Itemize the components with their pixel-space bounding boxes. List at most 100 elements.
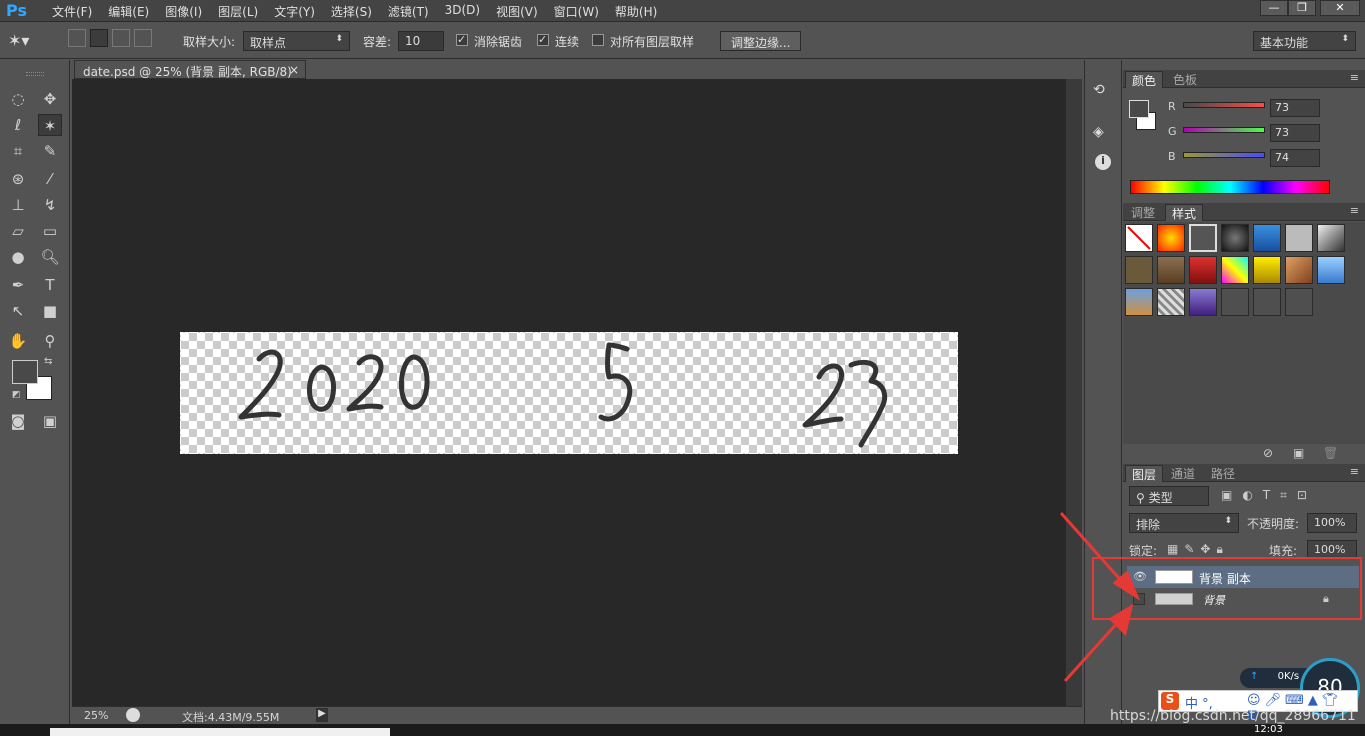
brush-tool-icon[interactable]: ⁄ [38,168,62,190]
style-brown[interactable] [1125,256,1153,284]
new-style-icon[interactable]: ▣ [1293,446,1304,460]
lasso-tool-icon[interactable]: ℓ [6,114,30,136]
tab-styles[interactable]: 样式 [1165,204,1204,221]
toolbox-grip[interactable] [26,72,44,76]
clear-style-icon[interactable]: ⊘ [1263,446,1273,460]
zoom-level[interactable]: 25% [84,709,108,722]
style-empty-3[interactable] [1285,288,1313,316]
status-icon[interactable] [126,708,140,722]
style-sunset[interactable] [1125,288,1153,316]
close-button[interactable]: ✕ [1320,0,1360,16]
g-slider[interactable] [1183,127,1265,133]
crop-tool-icon[interactable]: ⌗ [6,140,30,162]
tab-paths[interactable]: 路径 [1205,465,1241,482]
shape-tool-icon[interactable]: ■ [38,300,62,322]
antialias-checkbox[interactable] [456,34,468,49]
magic-wand-preset-icon[interactable]: ✶▾ [8,31,29,50]
g-value-input[interactable]: 73 [1270,124,1320,142]
menu-type[interactable]: 文字(Y) [266,3,323,20]
menu-3d[interactable]: 3D(D) [437,3,488,20]
style-gold[interactable] [1253,256,1281,284]
r-value-input[interactable]: 73 [1270,99,1320,117]
sample-size-dropdown[interactable]: 取样点 ⬍ [243,31,350,51]
screen-mode-icon[interactable]: ▣ [38,410,62,432]
dodge-tool-icon[interactable]: 🔍︎ [38,246,62,268]
style-none[interactable] [1125,224,1153,252]
tab-channels[interactable]: 通道 [1165,465,1201,482]
pen-tool-icon[interactable]: ✒ [6,274,30,296]
zoom-tool-icon[interactable]: ⚲ [38,330,62,352]
style-empty-2[interactable] [1253,288,1281,316]
document-size[interactable]: 文档:4.43M/9.55M [182,709,279,725]
info-panel-icon[interactable]: i [1095,154,1111,170]
swap-colors-icon[interactable]: ⇆ [44,356,52,367]
default-colors-icon[interactable]: ◩ [12,390,21,400]
new-selection-icon[interactable] [68,29,86,47]
taskbar-search-box[interactable] [50,728,390,736]
lock-icons[interactable]: ▦✎✥🔒︎ [1167,542,1229,557]
menu-filter[interactable]: 滤镜(T) [380,3,437,20]
b-slider[interactable] [1183,152,1265,158]
menu-window[interactable]: 窗口(W) [546,3,607,20]
3d-panel-icon[interactable]: ◈ [1093,124,1104,140]
add-selection-icon[interactable] [90,29,108,47]
menu-select[interactable]: 选择(S) [323,3,380,20]
layer-filter-dropdown[interactable]: ⚲ 类型 [1129,486,1209,506]
eraser-tool-icon[interactable]: ▱ [6,220,30,242]
path-selection-tool-icon[interactable]: ↖ [6,300,30,322]
tab-adjustments[interactable]: 调整 [1125,204,1161,221]
contiguous-checkbox[interactable] [537,34,549,49]
marquee-tool-icon[interactable]: ◌ [6,88,30,110]
subtract-selection-icon[interactable] [112,29,130,47]
tab-layers[interactable]: 图层 [1125,465,1164,482]
eyedropper-tool-icon[interactable]: ✎ [38,140,62,162]
style-rainbow[interactable] [1221,256,1249,284]
style-red-gel[interactable] [1189,256,1217,284]
tolerance-input[interactable]: 10 [398,31,444,51]
magic-wand-tool-icon[interactable]: ✶ [38,114,62,136]
style-frame[interactable] [1189,224,1217,252]
style-sky[interactable] [1317,256,1345,284]
refine-edge-button[interactable]: 调整边缘... [720,31,802,51]
blur-tool-icon[interactable]: ● [6,246,30,268]
maximize-button[interactable]: ❐ [1288,0,1316,16]
menu-layer[interactable]: 图层(L) [210,3,266,20]
history-brush-tool-icon[interactable]: ↯ [38,194,62,216]
panel-menu-icon[interactable]: ≡ [1350,465,1359,478]
document-tab[interactable]: date.psd @ 25% (背景 副本, RGB/8) * × [74,60,306,94]
tab-swatches[interactable]: 色板 [1167,71,1203,88]
foreground-color-swatch[interactable] [12,360,38,384]
menu-image[interactable]: 图像(I) [157,3,210,20]
menu-view[interactable]: 视图(V) [488,3,546,20]
layer-filter-icons[interactable]: ▣◐T⌗⊡ [1221,488,1317,503]
opacity-input[interactable]: 100% [1307,513,1357,533]
style-fire[interactable] [1157,224,1185,252]
clone-stamp-tool-icon[interactable]: ⊥ [6,194,30,216]
quick-mask-icon[interactable]: ◙ [6,410,30,432]
workspace-dropdown[interactable]: 基本功能 ⬍ [1253,31,1356,51]
move-tool-icon[interactable]: ✥ [38,88,62,110]
type-tool-icon[interactable]: T [38,274,62,296]
style-dark-button[interactable] [1221,224,1249,252]
document-image[interactable]: 2020 5 23 [180,332,958,454]
delete-style-icon[interactable]: 🗑︎ [1323,446,1338,460]
tab-color[interactable]: 颜色 [1125,71,1164,88]
menu-help[interactable]: 帮助(H) [607,3,665,20]
menu-edit[interactable]: 编辑(E) [100,3,157,20]
intersect-selection-icon[interactable] [134,29,152,47]
style-blue-glass[interactable] [1253,224,1281,252]
panel-menu-icon[interactable]: ≡ [1350,204,1359,217]
style-chrome[interactable] [1317,224,1345,252]
b-value-input[interactable]: 74 [1270,149,1320,167]
gradient-tool-icon[interactable]: ▭ [38,220,62,242]
history-panel-icon[interactable]: ⟲ [1093,82,1105,98]
style-empty-1[interactable] [1221,288,1249,316]
status-menu-arrow-icon[interactable]: ▶ [316,708,328,722]
panel-menu-icon[interactable]: ≡ [1350,71,1359,84]
style-purple[interactable] [1189,288,1217,316]
close-tab-icon[interactable]: × [289,63,299,77]
minimize-button[interactable]: — [1260,0,1288,16]
fill-input[interactable]: 100% [1307,540,1357,558]
r-slider[interactable] [1183,102,1265,108]
color-fg-swatch[interactable] [1129,100,1149,118]
